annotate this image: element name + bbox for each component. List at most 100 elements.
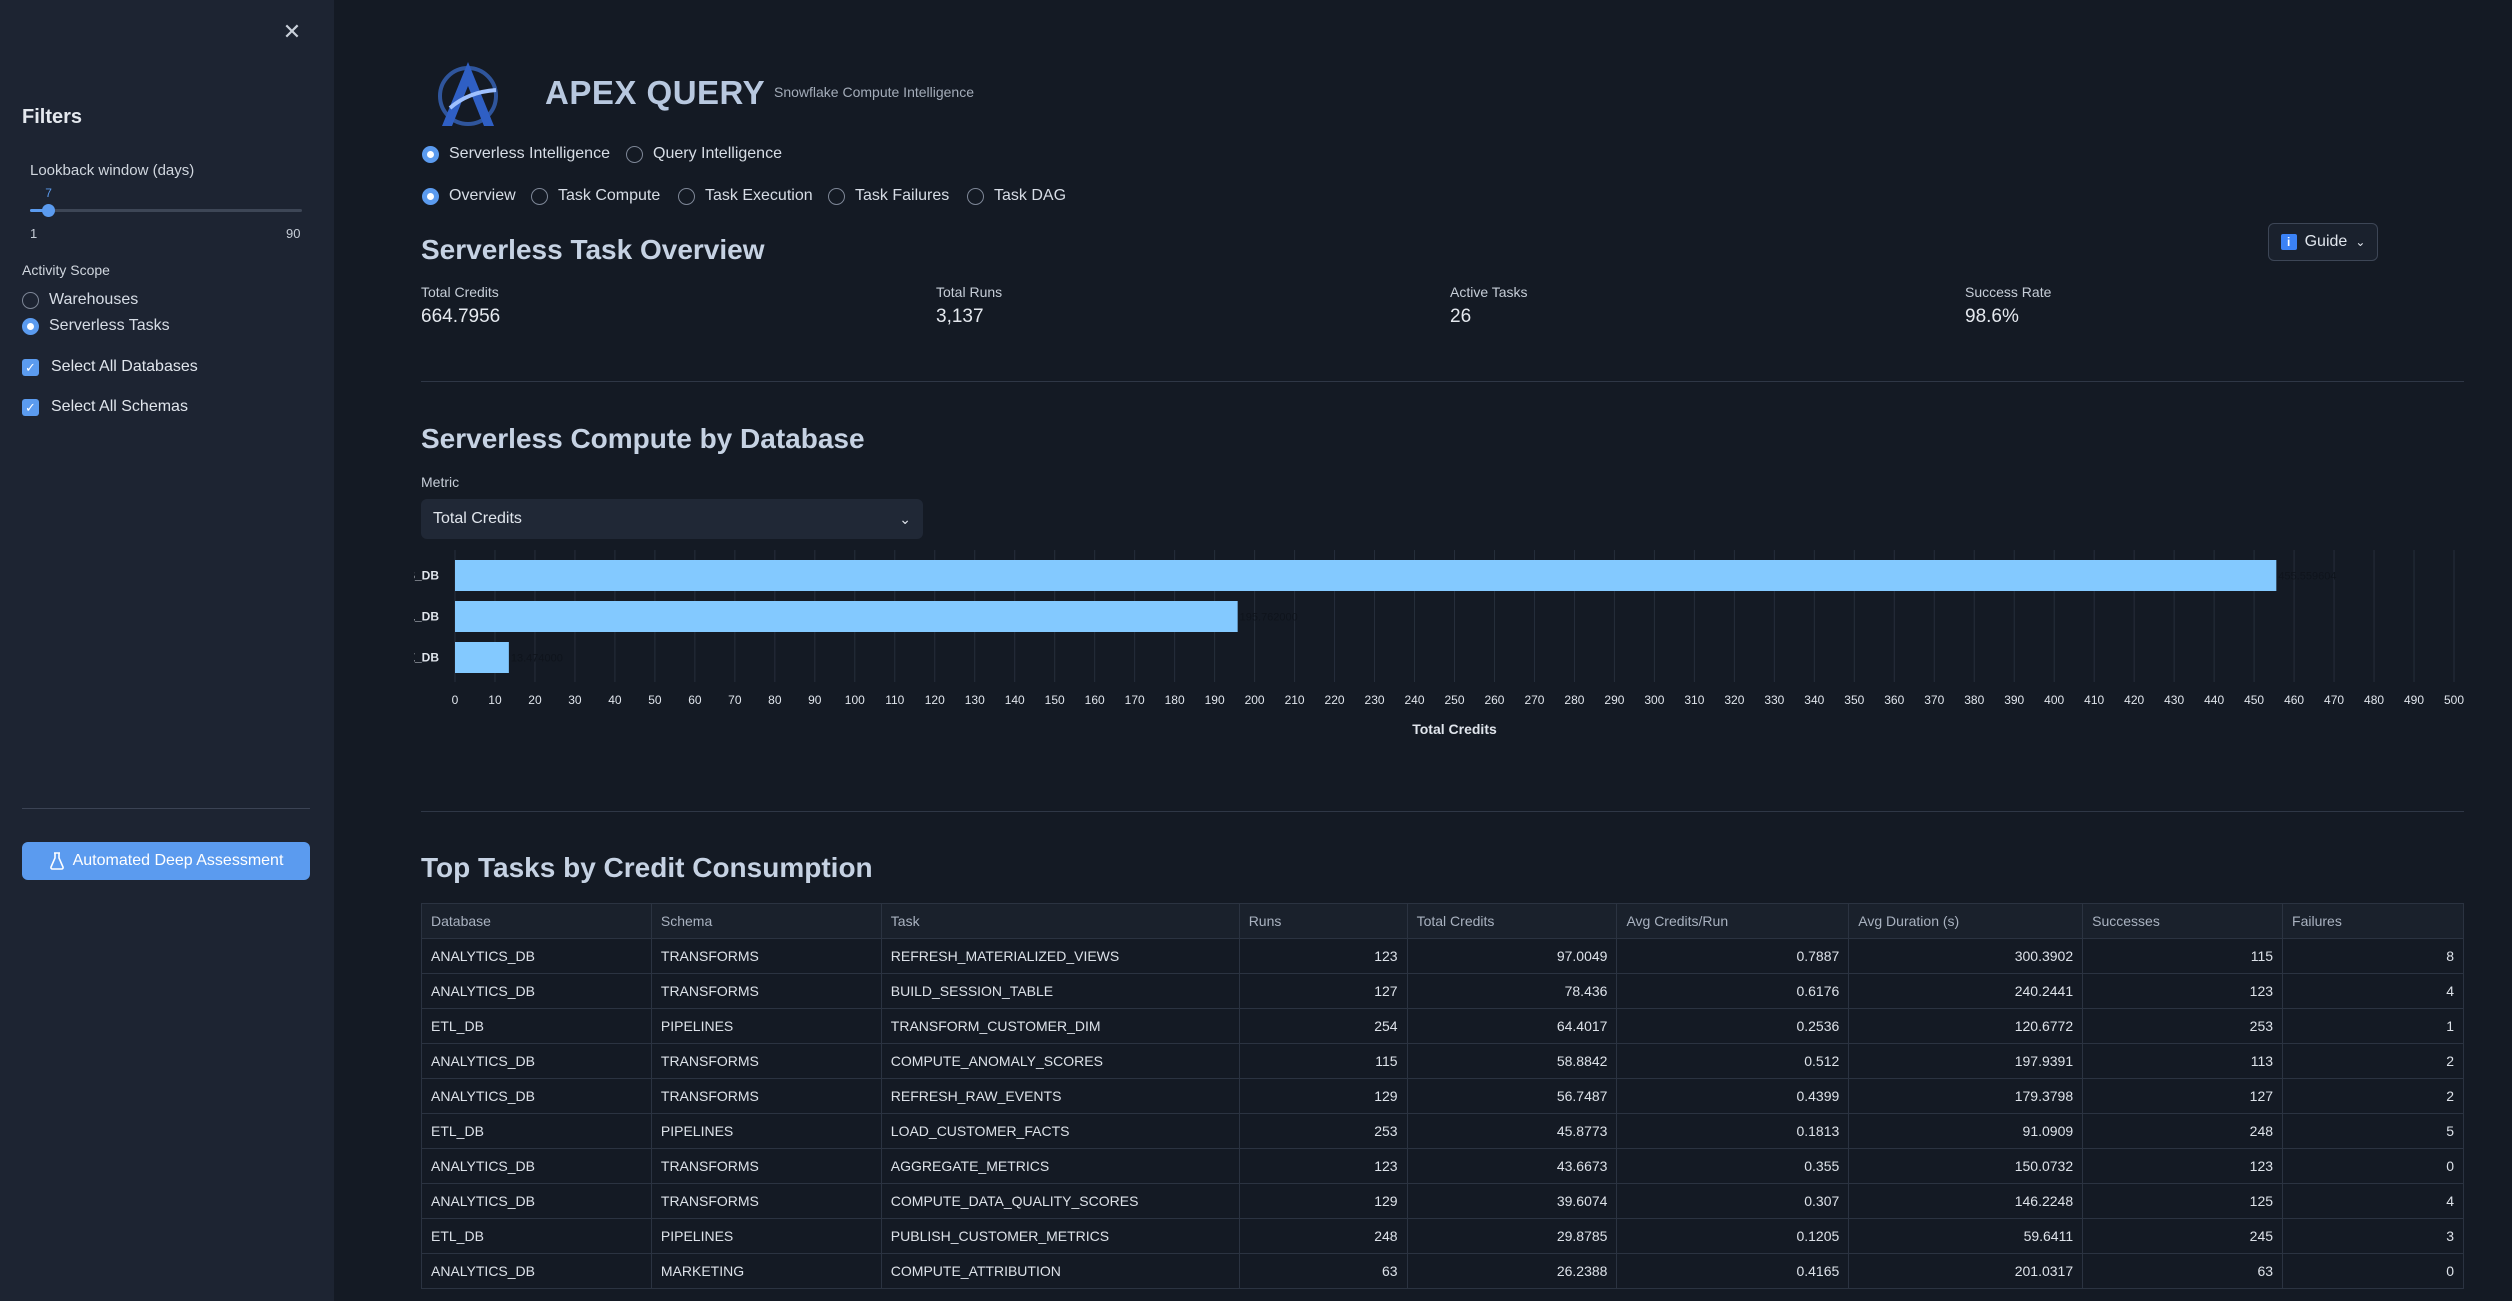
x-tick-label: 40: [608, 693, 622, 707]
mode-query-intelligence[interactable]: Query Intelligence: [626, 145, 782, 163]
tab-task-failures[interactable]: Task Failures: [828, 187, 949, 205]
table-row[interactable]: ANALYTICS_DB TRANSFORMS COMPUTE_DATA_QUALI…: [421, 1183, 2464, 1219]
table-cell: REFRESH_MATERIALIZED_VIEWS: [880, 938, 1240, 974]
table-row[interactable]: ANALYTICS_DB TRANSFORMS COMPUTE_ANOMALY_SC…: [421, 1043, 2464, 1079]
table-cell: 129: [1238, 1078, 1408, 1114]
metric-select-label: Metric: [421, 474, 460, 490]
x-tick-label: 260: [1484, 693, 1504, 707]
column-header[interactable]: Avg Duration (s): [1848, 903, 2084, 939]
column-header[interactable]: Total Credits: [1406, 903, 1618, 939]
table-cell: 58.8842: [1406, 1043, 1618, 1079]
scope-warehouses-radio[interactable]: Warehouses: [22, 291, 138, 309]
table-cell: COMPUTE_ANOMALY_SCORES: [880, 1043, 1240, 1079]
scope-serverless-radio[interactable]: Serverless Tasks: [22, 317, 170, 335]
radio-icon: [678, 187, 695, 205]
guide-button[interactable]: i Guide ⌄: [2268, 223, 2378, 261]
x-tick-label: 450: [2244, 693, 2264, 707]
info-icon: i: [2280, 234, 2297, 250]
column-header[interactable]: Failures: [2282, 903, 2464, 939]
table-cell: 64.4017: [1406, 1008, 1618, 1044]
tab-label: Task Failures: [855, 187, 950, 204]
table-cell: 150.0732: [1848, 1148, 2084, 1184]
table-cell: 123: [1238, 1148, 1408, 1184]
checkmark-icon: ✓: [22, 398, 39, 416]
mode-label: Query Intelligence: [653, 145, 782, 162]
close-sidebar-icon[interactable]: ✕: [282, 21, 302, 43]
column-header[interactable]: Runs: [1238, 903, 1408, 939]
column-header[interactable]: Avg Credits/Run: [1616, 903, 1850, 939]
metric-value: 3,137: [936, 306, 984, 327]
column-header[interactable]: Schema: [650, 903, 882, 939]
tab-overview[interactable]: Overview: [422, 187, 516, 205]
table-header-row: Database Schema Task Runs Total Credits Avg C…: [421, 903, 2464, 939]
checkbox-label: Select All Databases: [51, 358, 198, 375]
x-tick-label: 320: [1724, 693, 1744, 707]
compute-title: Serverless Compute by Database: [421, 423, 865, 454]
table-row[interactable]: ETL_DB PIPELINES LOAD_CUSTOMER_FACTS 253 45.…: [421, 1113, 2464, 1149]
scope-option-label: Serverless Tasks: [49, 317, 170, 334]
mode-serverless-intelligence[interactable]: Serverless Intelligence: [422, 145, 610, 163]
table-cell: 0: [2282, 1253, 2464, 1289]
table-row[interactable]: ANALYTICS_DB TRANSFORMS AGGREGATE_METRICS 1…: [421, 1148, 2464, 1184]
table-cell: 45.8773: [1406, 1113, 1618, 1149]
x-tick-label: 50: [648, 693, 662, 707]
x-tick-label: 350: [1844, 693, 1864, 707]
column-header[interactable]: Task: [880, 903, 1240, 939]
compute-by-database-chart: 0 10 20 30 40 50 60 70 80 90 100 110 120 130 140 150 160…: [414, 550, 2464, 737]
radio-icon: [967, 187, 984, 205]
column-header[interactable]: Database: [421, 903, 652, 939]
overview-title: Serverless Task Overview: [421, 234, 765, 265]
data-label: 195.762000: [1240, 612, 1298, 624]
table-cell: TRANSFORMS: [650, 938, 882, 974]
table-cell: PIPELINES: [650, 1008, 882, 1044]
x-tick-label: 130: [965, 693, 985, 707]
scope-option-label: Warehouses: [49, 291, 139, 308]
table-cell: AGGREGATE_METRICS: [880, 1148, 1240, 1184]
table-cell: 0.307: [1616, 1183, 1850, 1219]
select-all-databases-checkbox[interactable]: ✓ Select All Databases: [22, 358, 198, 376]
metric-value: 98.6%: [1965, 306, 2019, 327]
tab-task-execution[interactable]: Task Execution: [678, 187, 813, 205]
table-row[interactable]: ANALYTICS_DB TRANSFORMS REFRESH_RAW_EVENTS…: [421, 1078, 2464, 1114]
x-tick-label: 190: [1205, 693, 1225, 707]
table-row[interactable]: ETL_DB PIPELINES PUBLISH_CUSTOMER_METRICS 2…: [421, 1218, 2464, 1254]
chevron-down-icon: ⌄: [2355, 235, 2366, 249]
x-tick-label: 470: [2324, 693, 2344, 707]
deep-assessment-label: Automated Deep Assessment: [72, 852, 284, 869]
y-tick-label: COMPLIANCE_DB: [414, 651, 439, 665]
table-cell: 123: [2082, 973, 2284, 1009]
table-body: ANALYTICS_DB TRANSFORMS REFRESH_MATERIALIZ…: [421, 938, 2464, 1289]
y-tick-label: ANALYTICS_DB: [414, 569, 439, 583]
column-header[interactable]: Successes: [2082, 903, 2284, 939]
activity-scope-label: Activity Scope: [22, 262, 110, 278]
tab-task-compute[interactable]: Task Compute: [531, 187, 660, 205]
table-cell: 120.6772: [1848, 1008, 2084, 1044]
table-cell: COMPUTE_DATA_QUALITY_SCORES: [880, 1183, 1240, 1219]
lookback-slider-thumb[interactable]: [42, 204, 56, 217]
table-cell: 0.512: [1616, 1043, 1850, 1079]
table-row[interactable]: ETL_DB PIPELINES TRANSFORM_CUSTOMER_DIM 254…: [421, 1008, 2464, 1044]
tab-label: Task Execution: [705, 187, 813, 204]
metric-value: 664.7956: [421, 306, 501, 327]
x-tick-label: 340: [1804, 693, 1824, 707]
metric-select[interactable]: Total Credits ⌄: [421, 499, 923, 539]
table-cell: ANALYTICS_DB: [421, 973, 652, 1009]
table-cell: BUILD_SESSION_TABLE: [880, 973, 1240, 1009]
x-tick-label: 370: [1924, 693, 1944, 707]
x-tick-label: 250: [1444, 693, 1464, 707]
tab-task-dag[interactable]: Task DAG: [967, 187, 1066, 205]
table-row[interactable]: ANALYTICS_DB MARKETING COMPUTE_ATTRIBUTION…: [421, 1253, 2464, 1289]
table-cell: 78.436: [1406, 973, 1618, 1009]
select-all-schemas-checkbox[interactable]: ✓ Select All Schemas: [22, 398, 188, 416]
table-row[interactable]: ANALYTICS_DB TRANSFORMS BUILD_SESSION_TABL…: [421, 973, 2464, 1009]
x-tick-label: 70: [728, 693, 742, 707]
table-cell: ANALYTICS_DB: [421, 1183, 652, 1219]
table-cell: 97.0049: [1406, 938, 1618, 974]
lookback-slider[interactable]: [30, 204, 302, 217]
table-cell: 26.2388: [1406, 1253, 1618, 1289]
table-row[interactable]: ANALYTICS_DB TRANSFORMS REFRESH_MATERIALIZ…: [421, 938, 2464, 974]
automated-deep-assessment-button[interactable]: Automated Deep Assessment: [22, 842, 310, 880]
metric-active-tasks: Active Tasks 26: [1450, 284, 1528, 328]
metric-label: Success Rate: [1965, 284, 2052, 300]
table-cell: 43.6673: [1406, 1148, 1618, 1184]
